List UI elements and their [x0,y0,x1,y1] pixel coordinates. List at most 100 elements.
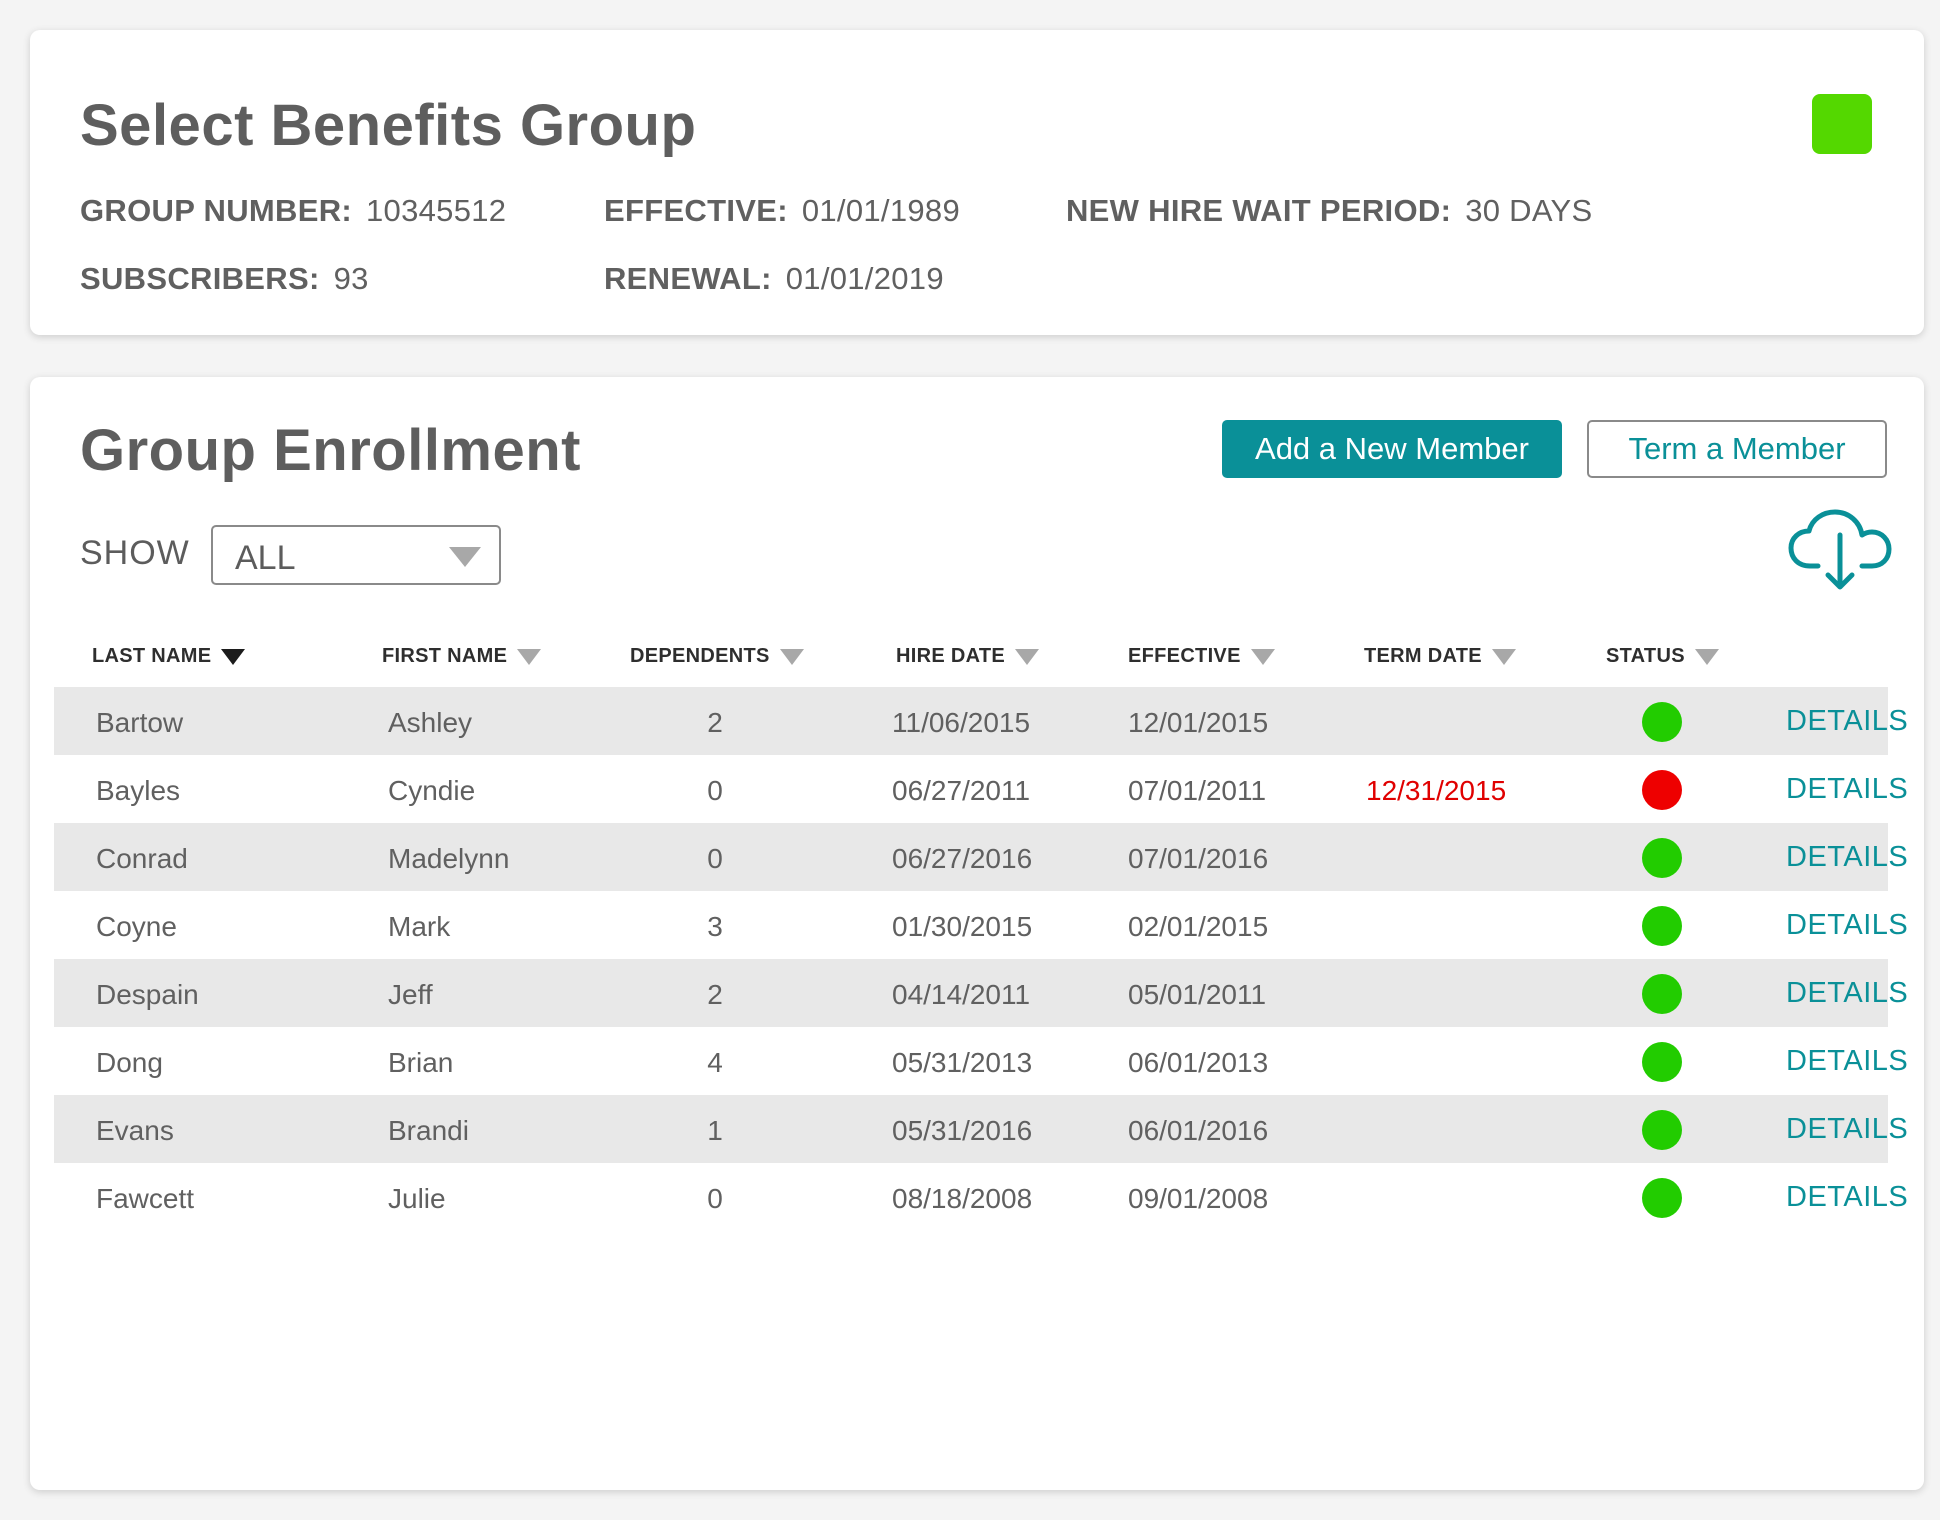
hire-date-cell: 11/06/2015 [892,707,1031,738]
effective-cell: 06/01/2013 [1128,1047,1269,1078]
cloud-download-icon[interactable] [1788,509,1892,591]
hire-date-cell: 06/27/2011 [892,775,1031,806]
hire-date-cell: 06/27/2016 [892,843,1033,874]
effective-cell: 07/01/2011 [1128,775,1267,806]
show-filter-label: SHOW [80,534,190,572]
subscribers-value: 93 [333,261,369,296]
column-header-label: HIRE DATE [896,645,1005,667]
column-header-label: DEPENDENTS [630,645,770,667]
table-row: Despain Jeff 2 04/14/2011 05/01/2011 DET… [54,959,1908,1027]
renewal-info: RENEWAL: 01/01/2019 [604,261,944,297]
dependents-cell: 3 [707,911,723,942]
hire-date-cell: 01/30/2015 [892,911,1033,942]
column-header-dependents[interactable]: DEPENDENTS [630,645,804,668]
column-header-first-name[interactable]: FIRST NAME [382,645,542,668]
term-date-cell: 12/31/2015 [1366,775,1507,806]
first-name-cell: Ashley [388,707,473,738]
details-link[interactable]: DETAILS [1786,1045,1908,1078]
column-header-last-name[interactable]: LAST NAME [92,645,246,668]
group-number-value: 10345512 [366,193,507,228]
group-number-label: GROUP NUMBER: [80,193,353,228]
group-status-indicator [1812,94,1872,154]
first-name-cell: Jeff [388,979,433,1010]
show-filter-value: ALL [235,539,296,577]
dependents-cell: 2 [707,707,723,738]
chevron-down-icon [449,547,481,567]
last-name-cell: Coyne [96,911,177,942]
subscribers-info: SUBSCRIBERS: 93 [80,261,369,297]
status-dot [1642,974,1682,1014]
group-number-info: GROUP NUMBER: 10345512 [80,193,506,229]
details-link[interactable]: DETAILS [1786,705,1908,738]
status-dot [1642,1178,1682,1218]
details-link[interactable]: DETAILS [1786,1181,1908,1214]
details-link[interactable]: DETAILS [1786,977,1908,1010]
wait-period-info: NEW HIRE WAIT PERIOD: 30 DAYS [1066,193,1593,229]
effective-cell: 09/01/2008 [1128,1183,1269,1214]
dependents-cell: 0 [707,843,723,874]
column-header-hire-date[interactable]: HIRE DATE [896,645,1039,668]
table-row: Coyne Mark 3 01/30/2015 02/01/2015 DETAI… [54,891,1908,959]
page-title: Select Benefits Group [80,93,697,158]
add-member-button[interactable]: Add a New Member [1222,420,1562,478]
column-header-label: TERM DATE [1364,645,1482,667]
details-link[interactable]: DETAILS [1786,1113,1908,1146]
dependents-cell: 1 [707,1115,723,1146]
column-header-label: FIRST NAME [382,645,508,667]
dependents-cell: 4 [707,1047,723,1078]
effective-cell: 05/01/2011 [1128,979,1267,1010]
column-header-term-date[interactable]: TERM DATE [1364,645,1516,668]
sort-icon[interactable] [1694,648,1719,665]
first-name-cell: Cyndie [388,775,476,806]
table-row: Bayles Cyndie 0 06/27/2011 07/01/2011 12… [54,755,1908,823]
column-header-label: EFFECTIVE [1128,645,1241,667]
effective-label: EFFECTIVE: [604,193,788,228]
hire-date-cell: 08/18/2008 [892,1183,1033,1214]
sort-icon[interactable] [1491,648,1516,665]
effective-cell: 02/01/2015 [1128,911,1269,942]
hire-date-cell: 05/31/2013 [892,1047,1033,1078]
table-row: Bartow Ashley 2 11/06/2015 12/01/2015 DE… [54,687,1908,755]
sort-icon[interactable] [1015,648,1039,665]
effective-value: 01/01/1989 [801,193,960,228]
sort-icon[interactable] [1250,648,1275,665]
subscribers-label: SUBSCRIBERS: [80,261,320,296]
effective-info: EFFECTIVE: 01/01/1989 [604,193,960,229]
enrollment-table: Bartow Ashley 2 11/06/2015 12/01/2015 DE… [54,687,1908,1231]
column-header-status[interactable]: STATUS [1606,645,1719,668]
table-row: Fawcett Julie 0 08/18/2008 09/01/2008 DE… [54,1163,1908,1231]
first-name-cell: Brian [388,1047,454,1078]
renewal-label: RENEWAL: [604,261,772,296]
effective-cell: 07/01/2016 [1128,843,1269,874]
column-header-effective[interactable]: EFFECTIVE [1128,645,1275,668]
wait-period-value: 30 DAYS [1465,193,1593,228]
status-dot [1642,838,1682,878]
first-name-cell: Julie [388,1183,446,1214]
hire-date-cell: 04/14/2011 [892,979,1031,1010]
first-name-cell: Brandi [388,1115,469,1146]
dependents-cell: 2 [707,979,723,1010]
details-link[interactable]: DETAILS [1786,773,1908,806]
section-title: Group Enrollment [80,418,581,483]
dependents-cell: 0 [707,1183,723,1214]
details-link[interactable]: DETAILS [1786,909,1908,942]
status-dot [1642,702,1682,742]
first-name-cell: Mark [388,911,451,942]
last-name-cell: Evans [96,1115,174,1146]
last-name-cell: Conrad [96,843,188,874]
dependents-cell: 0 [707,775,723,806]
details-link[interactable]: DETAILS [1786,841,1908,874]
sort-desc-icon[interactable] [221,648,246,665]
sort-icon[interactable] [779,648,804,665]
effective-cell: 12/01/2015 [1128,707,1269,738]
group-enrollment-card: Group Enrollment Add a New Member Term a… [30,377,1924,1490]
table-row: Dong Brian 4 05/31/2013 06/01/2013 DETAI… [54,1027,1908,1095]
column-header-label: LAST NAME [92,645,212,667]
show-filter-select[interactable]: ALL [211,525,501,585]
sort-icon[interactable] [517,648,542,665]
table-row: Conrad Madelynn 0 06/27/2016 07/01/2016 … [54,823,1908,891]
status-dot [1642,1042,1682,1082]
term-member-button[interactable]: Term a Member [1587,420,1887,478]
table-row: Evans Brandi 1 05/31/2016 06/01/2016 DET… [54,1095,1908,1163]
wait-period-label: NEW HIRE WAIT PERIOD: [1066,193,1452,228]
